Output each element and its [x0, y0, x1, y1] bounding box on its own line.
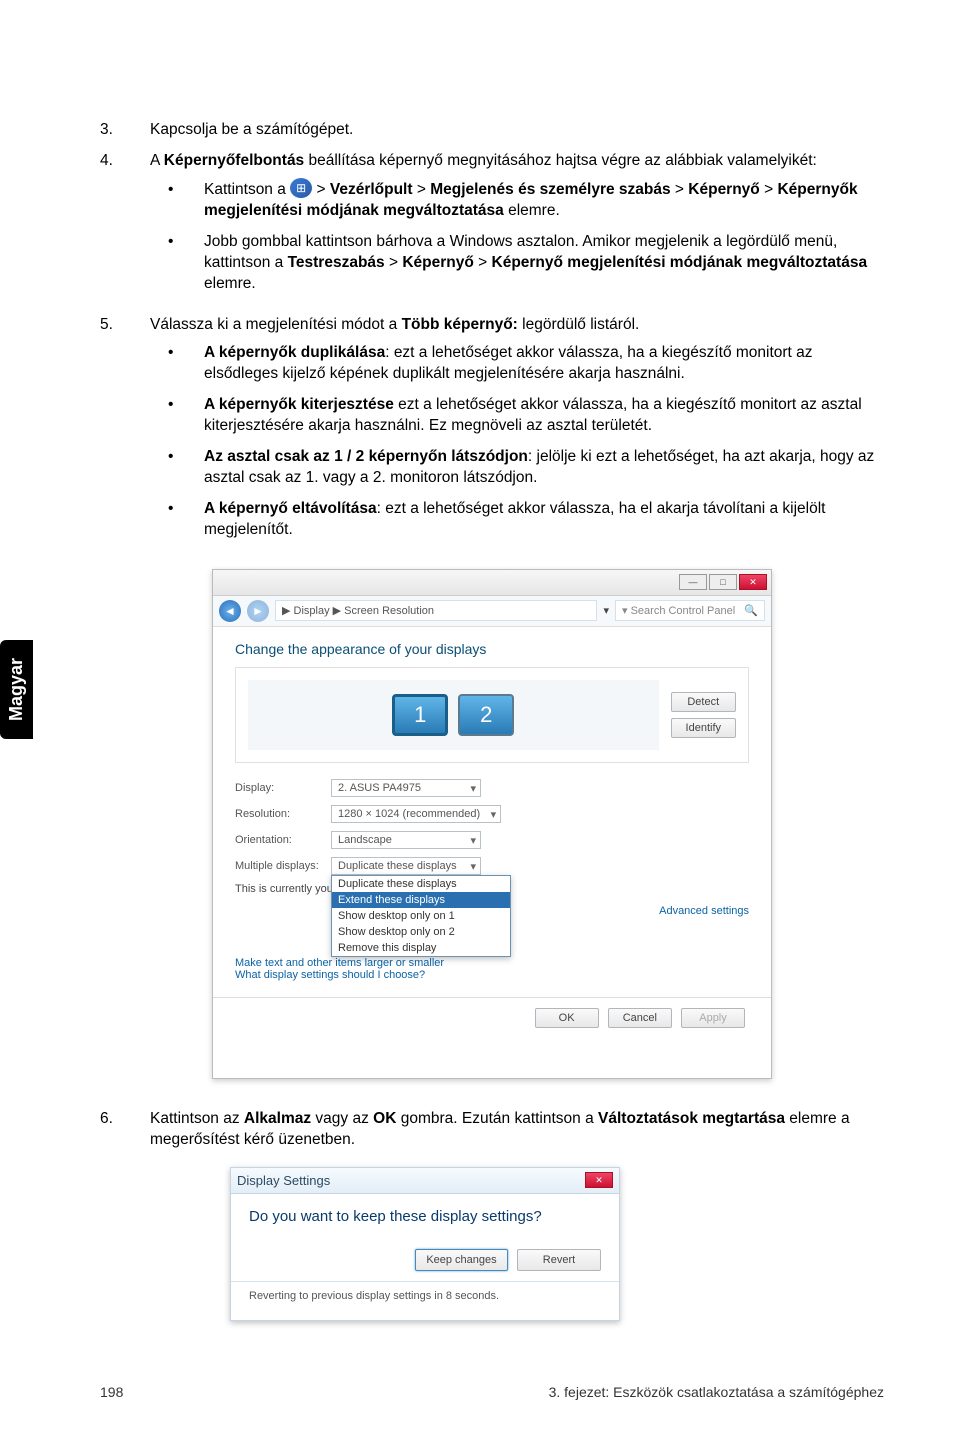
search-input[interactable]: ▾ Search Control Panel🔍	[615, 600, 765, 621]
step-number: 5.	[100, 315, 150, 551]
back-button[interactable]: ◄	[219, 600, 241, 622]
resolution-combo[interactable]: 1280 × 1024 (recommended)	[331, 805, 501, 823]
step-text: beállítása képernyő megnyitásához hajtsa…	[304, 152, 817, 169]
field-label: Orientation:	[235, 834, 331, 846]
page-content: 3. Kapcsolja be a számítógépet. 4. A Kép…	[0, 0, 954, 1361]
bold-term: OK	[373, 1110, 396, 1127]
step-number: 3.	[100, 120, 150, 141]
breadcrumb[interactable]: ▶ Display ▶ Screen Resolution	[275, 600, 597, 621]
close-button[interactable]: ✕	[585, 1172, 613, 1188]
option-title: A képernyő eltávolítása	[204, 500, 377, 517]
bullet-text: Kattintson a	[204, 181, 290, 198]
minimize-button[interactable]: —	[679, 574, 707, 590]
dropdown-item[interactable]: Show desktop only on 1	[332, 908, 510, 924]
language-tab: Magyar	[0, 640, 33, 739]
dropdown-item[interactable]: Show desktop only on 2	[332, 924, 510, 940]
step-number: 6.	[100, 1109, 150, 1151]
step-text: Kapcsolja be a számítógépet.	[150, 120, 884, 141]
display-settings-dialog: Display Settings ✕ Do you want to keep t…	[230, 1167, 620, 1321]
advanced-settings-link[interactable]: Advanced settings	[659, 905, 749, 917]
bold-term: Képernyőfelbontás	[164, 152, 304, 169]
apply-button[interactable]: Apply	[681, 1008, 745, 1028]
step-text: Válassza ki a megjelenítési módot a	[150, 316, 402, 333]
bold-term: Képernyő	[402, 254, 474, 271]
option-title: Az asztal csak az 1 / 2 képernyőn látszó…	[204, 448, 528, 465]
bold-term: Vezérlőpult	[330, 181, 413, 198]
screen-resolution-window: — □ ✕ ◄ ► ▶ Display ▶ Screen Resolution …	[212, 569, 772, 1079]
step-text: A	[150, 152, 164, 169]
display-combo[interactable]: 2. ASUS PA4975	[331, 779, 481, 797]
step-text: gombra. Ezután kattintson a	[396, 1110, 598, 1127]
bold-term: Alkalmaz	[244, 1110, 311, 1127]
panel-heading: Change the appearance of your displays	[235, 641, 749, 657]
field-label: Resolution:	[235, 808, 331, 820]
windows-start-icon	[290, 178, 312, 198]
bold-term: Változtatások megtartása	[598, 1110, 785, 1127]
option-title: A képernyők duplikálása	[204, 344, 385, 361]
revert-countdown: Reverting to previous display settings i…	[249, 1290, 601, 1308]
option-title: A képernyők kiterjesztése	[204, 396, 394, 413]
bold-term: Több képernyő:	[402, 316, 518, 333]
bold-term: Képernyő	[688, 181, 760, 198]
dropdown-item[interactable]: Remove this display	[332, 940, 510, 956]
step-text: vagy az	[311, 1110, 373, 1127]
chapter-title: 3. fejezet: Eszközök csatlakoztatása a s…	[549, 1384, 884, 1400]
identify-button[interactable]: Identify	[671, 718, 736, 738]
help-link[interactable]: What display settings should I choose?	[235, 969, 749, 981]
dropdown-item[interactable]: Extend these displays	[332, 892, 510, 908]
step-text: Kattintson az	[150, 1110, 244, 1127]
bold-term: Testreszabás	[288, 254, 385, 271]
step-number: 4.	[100, 151, 150, 305]
cancel-button[interactable]: Cancel	[608, 1008, 672, 1028]
dropdown-item[interactable]: Duplicate these displays	[332, 876, 510, 892]
monitor-2[interactable]: 2	[458, 694, 514, 736]
multiple-displays-combo[interactable]: Duplicate these displays	[331, 857, 481, 875]
close-button[interactable]: ✕	[739, 574, 767, 590]
dialog-question: Do you want to keep these display settin…	[249, 1208, 601, 1225]
bold-term: Képernyő megjelenítési módjának megválto…	[492, 254, 868, 271]
field-label: Display:	[235, 782, 331, 794]
display-preview[interactable]: 1 2	[248, 680, 659, 750]
keep-changes-button[interactable]: Keep changes	[415, 1249, 507, 1271]
ok-button[interactable]: OK	[535, 1008, 599, 1028]
dialog-title: Display Settings	[237, 1173, 330, 1188]
bullet-text: elemre.	[504, 202, 560, 219]
bold-term: Megjelenés és személyre szabás	[430, 181, 670, 198]
text-size-link[interactable]: Make text and other items larger or smal…	[235, 957, 749, 969]
detect-button[interactable]: Detect	[671, 692, 736, 712]
window-titlebar: — □ ✕	[213, 570, 771, 596]
orientation-combo[interactable]: Landscape	[331, 831, 481, 849]
monitor-1[interactable]: 1	[392, 694, 448, 736]
field-label: Multiple displays:	[235, 860, 331, 872]
multiple-displays-dropdown: Duplicate these displays Extend these di…	[331, 875, 511, 957]
page-number: 198	[100, 1384, 123, 1400]
revert-button[interactable]: Revert	[517, 1249, 601, 1271]
step-text: legördülő listáról.	[518, 316, 639, 333]
forward-button[interactable]: ►	[247, 600, 269, 622]
bullet-text: elemre.	[204, 275, 256, 292]
search-icon: 🔍	[744, 604, 758, 617]
maximize-button[interactable]: □	[709, 574, 737, 590]
